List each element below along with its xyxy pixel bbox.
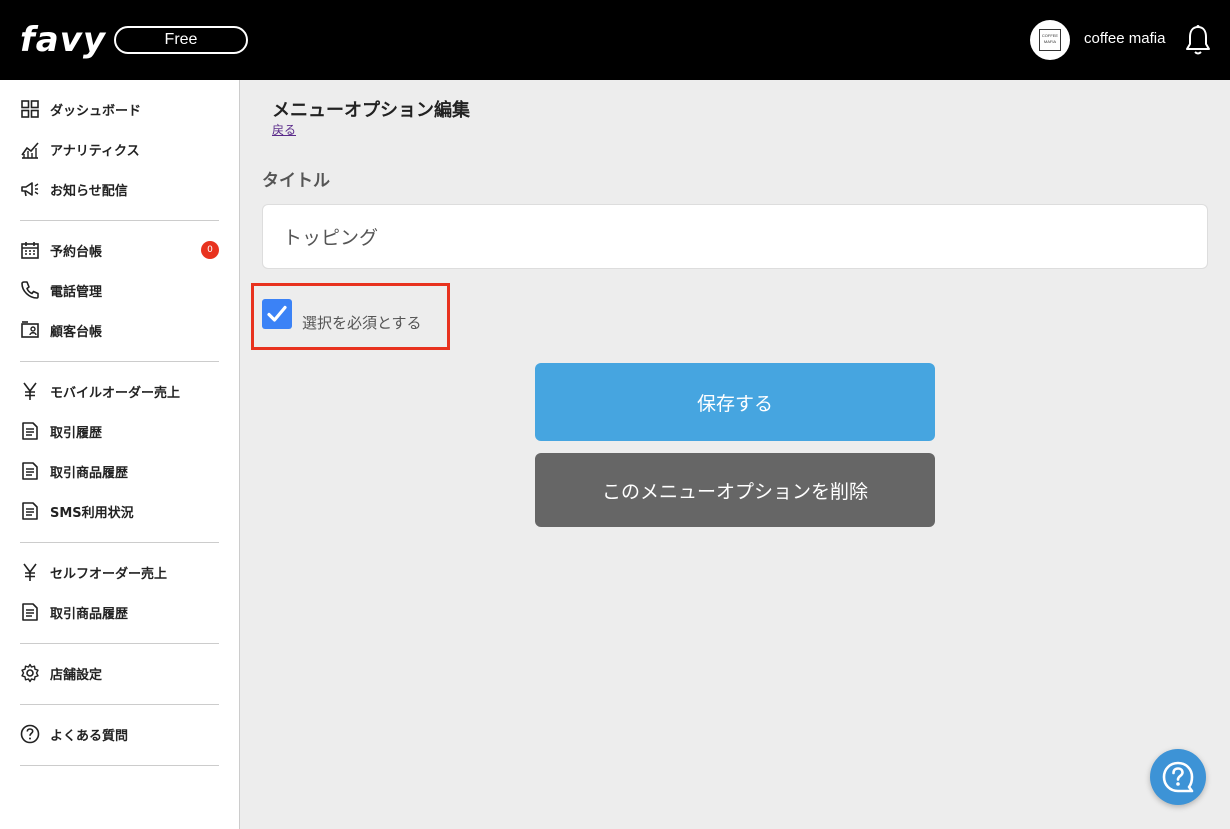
title-input[interactable] (262, 204, 1208, 269)
sidebar-item-label: 取引商品履歴 (50, 606, 129, 622)
sidebar-item-transaction-history[interactable]: 取引履歴 (20, 420, 220, 442)
document-icon (22, 422, 38, 440)
sidebar-item-label: セルフオーダー売上 (50, 566, 168, 582)
sidebar-divider (20, 765, 219, 766)
sidebar-divider (20, 220, 219, 221)
chart-icon (21, 142, 39, 159)
avatar[interactable]: COFFEE MAFIA (1030, 20, 1070, 60)
yen-icon (23, 382, 37, 400)
megaphone-icon (21, 182, 39, 197)
save-button[interactable]: 保存する (535, 363, 935, 441)
sidebar-item-label: 顧客台帳 (50, 324, 103, 340)
document-icon (22, 462, 38, 480)
sidebar-item-analytics[interactable]: アナリティクス (20, 138, 220, 160)
sidebar-item-dashboard[interactable]: ダッシュボード (20, 98, 220, 120)
sidebar-item-label: よくある質問 (50, 728, 129, 744)
sidebar-item-self-order-sales[interactable]: セルフオーダー売上 (20, 561, 220, 583)
back-link[interactable]: 戻る (272, 123, 296, 138)
sidebar-item-product-history[interactable]: 取引商品履歴 (20, 460, 220, 482)
sidebar-item-label: 予約台帳 (50, 244, 103, 260)
avatar-logo-text: COFFEE MAFIA (1039, 29, 1061, 51)
phone-icon (21, 281, 39, 299)
gear-icon (21, 663, 39, 683)
sidebar-divider (20, 643, 219, 644)
sidebar-item-label: 店舗設定 (50, 667, 103, 683)
sidebar-item-reservations[interactable]: 予約台帳 0 (20, 239, 220, 261)
sidebar-item-customers[interactable]: 顧客台帳 (20, 319, 220, 341)
sidebar-item-phone[interactable]: 電話管理 (20, 279, 220, 301)
title-field-label: タイトル (262, 171, 330, 191)
sidebar-item-announcements[interactable]: お知らせ配信 (20, 178, 220, 200)
checkmark-icon (267, 305, 287, 322)
sidebar-item-label: モバイルオーダー売上 (50, 385, 181, 401)
contact-icon (21, 321, 39, 338)
sidebar-divider (20, 361, 219, 362)
plan-badge: Free (114, 26, 248, 54)
grid-icon (21, 100, 39, 118)
favy-logo[interactable]: favy (20, 20, 106, 60)
page-title: メニューオプション編集 (272, 100, 470, 121)
top-header: favy Free COFFEE MAFIA coffee mafia (0, 0, 1230, 80)
sidebar-item-sms-usage[interactable]: SMS利用状況 (20, 500, 220, 522)
sidebar-divider (20, 704, 219, 705)
question-icon (20, 724, 40, 744)
required-checkbox-label: 選択を必須とする (302, 314, 422, 332)
required-checkbox[interactable] (262, 299, 292, 329)
sidebar-item-mobile-order-sales[interactable]: モバイルオーダー売上 (20, 380, 220, 402)
yen-icon (23, 563, 37, 581)
sidebar-item-store-settings[interactable]: 店舗設定 (20, 662, 220, 684)
sidebar-item-faq[interactable]: よくある質問 (20, 723, 220, 745)
help-question-icon (1162, 761, 1194, 793)
sidebar-item-label: ダッシュボード (50, 103, 142, 119)
delete-option-button[interactable]: このメニューオプションを削除 (535, 453, 935, 527)
sidebar-item-label: SMS利用状況 (50, 505, 134, 521)
calendar-icon (21, 242, 39, 259)
sidebar-item-label: 取引履歴 (50, 425, 103, 441)
document-icon (22, 502, 38, 520)
sidebar-item-self-product-history[interactable]: 取引商品履歴 (20, 601, 220, 623)
sidebar-item-label: 取引商品履歴 (50, 465, 129, 481)
sidebar: ダッシュボード アナリティクス お知らせ配信 予約台帳 0 電話管理 顧客台帳 … (0, 80, 240, 829)
document-icon (22, 603, 38, 621)
bell-icon[interactable] (1184, 24, 1212, 56)
reservation-count-badge: 0 (201, 241, 219, 259)
sidebar-item-label: お知らせ配信 (50, 183, 128, 199)
sidebar-item-label: アナリティクス (50, 143, 140, 159)
sidebar-divider (20, 542, 219, 543)
username[interactable]: coffee mafia (1084, 29, 1165, 49)
sidebar-item-label: 電話管理 (50, 284, 103, 300)
help-chat-button[interactable] (1150, 749, 1206, 805)
